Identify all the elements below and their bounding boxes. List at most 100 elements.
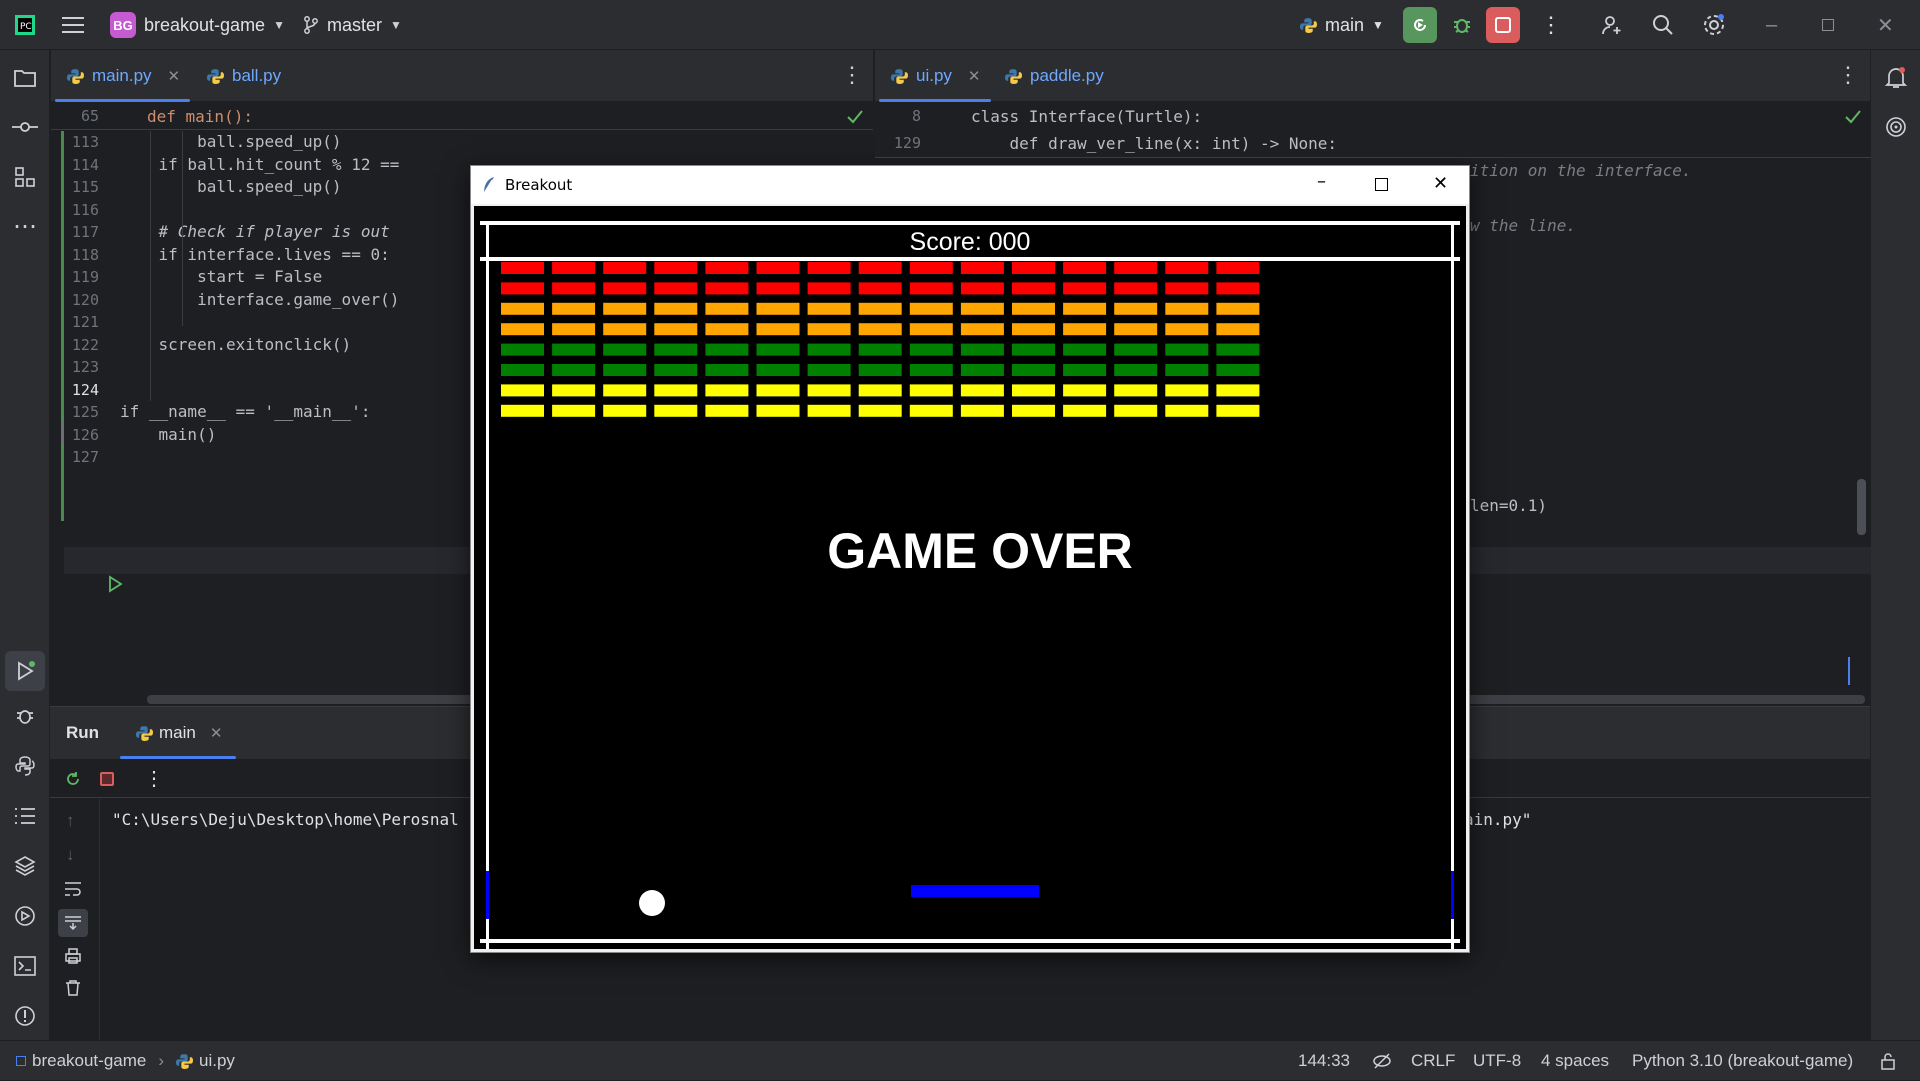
structure-icon[interactable]: [11, 163, 39, 191]
run-config-selector[interactable]: main ▼: [1300, 0, 1384, 50]
brick: [1165, 262, 1209, 274]
main-menu-icon[interactable]: [62, 0, 84, 50]
tab-main-py[interactable]: main.py ✕: [54, 50, 191, 102]
brick: [1165, 404, 1209, 417]
tab-more-icon[interactable]: ⋮: [841, 62, 863, 88]
brick: [756, 343, 800, 356]
brick: [501, 282, 544, 295]
left-wall-marker: [486, 871, 489, 919]
more-icon[interactable]: ⋯: [11, 212, 39, 240]
layers-icon[interactable]: [11, 852, 39, 880]
brick: [1216, 282, 1260, 295]
branch-selector[interactable]: master ▼: [303, 0, 402, 50]
module-icon: [16, 1056, 26, 1066]
brick: [807, 302, 851, 315]
window-titlebar[interactable]: Breakout – ✕: [471, 166, 1469, 204]
game-canvas[interactable]: Score: 000 GAME OVER: [474, 206, 1466, 949]
rerun-icon[interactable]: [64, 770, 82, 788]
add-user-icon[interactable]: [1600, 0, 1624, 50]
commit-icon[interactable]: [11, 113, 39, 141]
python-console-icon[interactable]: [11, 752, 39, 780]
rerun-button[interactable]: [1403, 7, 1437, 43]
indent-setting[interactable]: 4 spaces: [1541, 1041, 1609, 1081]
debug-button[interactable]: [1451, 0, 1473, 50]
brick: [501, 384, 544, 397]
stop-button[interactable]: [1486, 7, 1520, 43]
project-selector[interactable]: BG breakout-game ▼: [110, 0, 285, 50]
search-icon[interactable]: [1652, 0, 1674, 50]
python-interpreter[interactable]: Python 3.10 (breakout-game): [1632, 1041, 1853, 1081]
breadcrumb-project[interactable]: breakout-game: [32, 1051, 146, 1071]
lock-icon[interactable]: [1880, 1041, 1896, 1081]
rerun-icon: [1414, 19, 1426, 31]
folder-icon[interactable]: [11, 64, 39, 92]
svg-text:PC: PC: [20, 22, 32, 32]
vertical-scrollbar[interactable]: [1857, 479, 1866, 535]
close-window-icon[interactable]: ✕: [1877, 0, 1894, 50]
notifications-icon[interactable]: [1882, 64, 1910, 92]
line-number: 123: [71, 358, 99, 376]
caret-position[interactable]: 144:33: [1298, 1041, 1350, 1081]
brick: [756, 302, 800, 315]
close-tab-icon[interactable]: ✕: [968, 67, 981, 85]
brick: [705, 404, 749, 417]
minimize-icon[interactable]: –: [1317, 171, 1326, 192]
soft-wrap-icon[interactable]: [64, 881, 82, 897]
tab-ball-py[interactable]: ball.py: [207, 50, 281, 102]
minimize-icon[interactable]: –: [1766, 0, 1777, 50]
brick: [960, 404, 1004, 417]
brick: [909, 282, 953, 295]
horizontal-scrollbar[interactable]: [1465, 695, 1865, 704]
python-icon: [1300, 17, 1317, 33]
brick: [858, 343, 902, 356]
tab-ui-py[interactable]: ui.py ✕: [879, 50, 990, 102]
game-field: Score: 000 GAME OVER: [480, 221, 1460, 949]
code-fragment: len=0.1): [1470, 496, 1548, 515]
breakout-window[interactable]: Breakout – ✕ Score: 000 GAME OVER: [470, 165, 1470, 953]
ai-assistant-icon[interactable]: [1882, 113, 1910, 141]
terminal-icon[interactable]: [11, 952, 39, 980]
ball: [639, 890, 665, 916]
arrow-up-icon[interactable]: ↑: [66, 811, 75, 831]
todo-icon[interactable]: [11, 802, 39, 830]
trash-icon[interactable]: [64, 979, 82, 997]
more-actions-icon[interactable]: ⋮: [1540, 0, 1562, 50]
line-number: 114: [71, 155, 99, 174]
scroll-to-end-icon[interactable]: [58, 909, 88, 937]
run-panel-title: Run: [66, 723, 100, 742]
breadcrumb-file[interactable]: ui.py: [199, 1051, 235, 1071]
brick: [756, 262, 800, 274]
left-editor-tabs: main.py ✕ ball.py ⋮: [51, 50, 873, 102]
run-icon[interactable]: [5, 651, 45, 691]
brick: [501, 302, 544, 315]
brick: [807, 282, 851, 295]
debug-icon[interactable]: [11, 702, 39, 730]
file-encoding[interactable]: UTF-8: [1473, 1041, 1521, 1081]
restore-icon[interactable]: [1822, 0, 1834, 50]
brick: [1114, 384, 1158, 397]
sticky-header: 65 def main():: [51, 103, 873, 130]
close-tab-icon[interactable]: ✕: [210, 724, 223, 742]
bottom-wall: [480, 939, 1460, 943]
score-divider: [480, 257, 1460, 261]
run-tab-main[interactable]: main ✕: [136, 707, 222, 759]
app-logo-icon[interactable]: PC: [14, 0, 36, 50]
tab-paddle-py[interactable]: paddle.py: [1005, 50, 1104, 102]
close-tab-icon[interactable]: ✕: [168, 67, 181, 85]
close-icon[interactable]: ✕: [1433, 173, 1448, 194]
arrow-down-icon[interactable]: ↓: [66, 845, 75, 865]
status-bar: breakout-game › ui.py 144:33 CRLF UTF-8 …: [0, 1040, 1920, 1080]
settings-gear-icon[interactable]: [1702, 0, 1726, 50]
tab-more-icon[interactable]: ⋮: [1837, 62, 1859, 88]
brick: [705, 343, 749, 356]
line-ending[interactable]: CRLF: [1411, 1041, 1455, 1081]
run-gutter-icon[interactable]: [107, 575, 123, 593]
maximize-icon[interactable]: [1375, 178, 1388, 191]
read-only-toggle-icon[interactable]: [1372, 1041, 1392, 1081]
more-icon[interactable]: ⋮: [144, 766, 164, 791]
stop-icon[interactable]: [100, 772, 114, 786]
problems-icon[interactable]: [11, 1002, 39, 1030]
print-icon[interactable]: [64, 947, 82, 965]
services-icon[interactable]: [11, 902, 39, 930]
breadcrumb: breakout-game › ui.py: [16, 1041, 235, 1081]
